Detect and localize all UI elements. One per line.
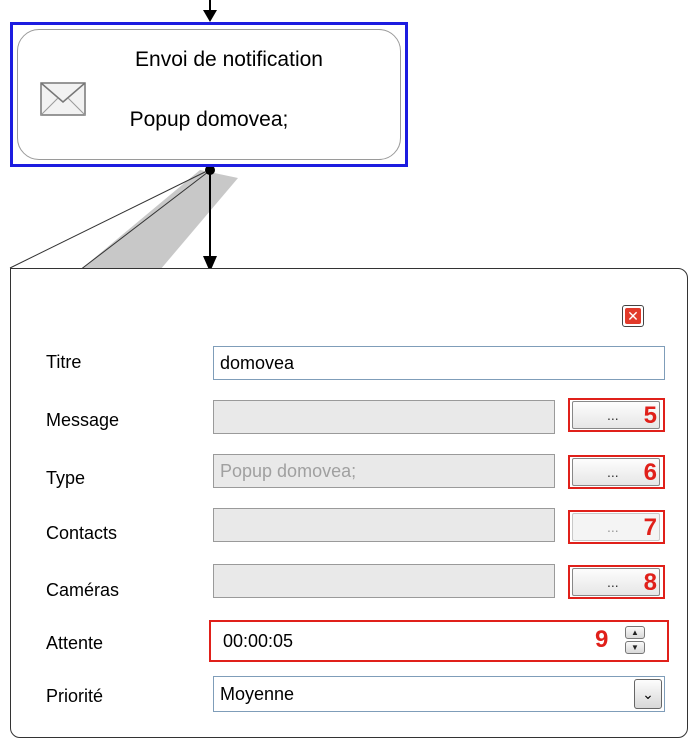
type-input: Popup domovea;	[213, 454, 555, 488]
close-icon: ✕	[625, 308, 641, 324]
titre-input[interactable]: domovea	[213, 346, 665, 380]
cameras-label: Caméras	[46, 580, 120, 600]
attente-spinner[interactable]: ▲ ▼	[625, 626, 645, 654]
callout-9: 9	[595, 626, 609, 653]
type-label: Type	[46, 468, 86, 488]
notification-node-body: Envoi de notification Popup domovea;	[17, 29, 401, 160]
callout-shadow	[80, 170, 238, 270]
attente-label: Attente	[46, 633, 104, 653]
priorite-label: Priorité	[46, 686, 104, 706]
properties-panel	[10, 268, 688, 738]
titre-label: Titre	[46, 352, 82, 372]
spin-up-icon[interactable]: ▲	[625, 626, 645, 639]
callout-7: 7	[643, 514, 657, 541]
contacts-callout-box: ... 7	[568, 510, 665, 544]
cameras-input	[213, 564, 555, 598]
attente-value[interactable]: 00:00:05	[223, 627, 293, 655]
callout-5: 5	[643, 402, 657, 429]
node-subtitle: Popup domovea;	[129, 108, 289, 131]
attente-field[interactable]: 00:00:05 9 ▲ ▼	[209, 620, 669, 662]
node-title: Envoi de notification	[135, 48, 323, 71]
message-input	[213, 400, 555, 434]
callout-6: 6	[643, 459, 657, 486]
message-callout-box: ... 5	[568, 398, 665, 432]
contacts-label: Contacts	[46, 523, 118, 543]
callout-8: 8	[643, 569, 657, 596]
contacts-input	[213, 508, 555, 542]
close-button[interactable]: ✕	[622, 305, 644, 327]
notification-node[interactable]: Envoi de notification Popup domovea;	[10, 22, 408, 167]
priorite-select[interactable]: Moyenne ⌄	[213, 676, 665, 712]
incoming-arrowhead	[203, 10, 217, 22]
spin-down-icon[interactable]: ▼	[625, 641, 645, 654]
cameras-callout-box: ... 8	[568, 565, 665, 599]
priorite-selected-value: Moyenne	[220, 684, 295, 704]
chevron-down-icon[interactable]: ⌄	[634, 679, 662, 709]
type-callout-box: ... 6	[568, 455, 665, 489]
message-label: Message	[46, 410, 120, 430]
